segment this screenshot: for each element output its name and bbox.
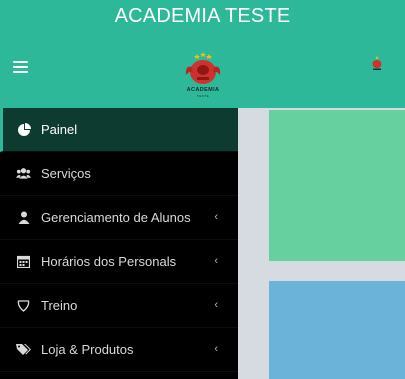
logo-emblem-icon [185,52,221,84]
sidebar-item-label: Loja & Produtos [41,342,134,357]
sidebar-item-gerenciamento-alunos[interactable]: Gerenciamento de Alunos ‹ [0,196,238,240]
sidebar-item-servicos[interactable]: Serviços [0,152,238,196]
app-title: ACADEMIA TESTE [114,5,291,27]
dashboard-tile-green[interactable] [269,110,405,261]
top-bar: ACADEMIA TESTE ACADEMIA TESTE [0,0,405,108]
chevron-left-icon: ‹ [214,343,218,355]
dashboard-pie-icon [16,122,31,137]
sidebar-item-treino[interactable]: Treino ‹ [0,284,238,328]
user-logo-icon[interactable] [369,56,385,72]
logo-subtext: TESTE [196,94,210,98]
sidebar: Painel Serviços Gerenciamento de Alunos … [0,108,238,379]
sidebar-item-label: Gerenciamento de Alunos [41,210,191,225]
tags-icon [16,342,31,357]
logo-text: ACADEMIA [186,87,220,93]
sidebar-item-horarios-personals[interactable]: Horários dos Personals ‹ [0,240,238,284]
dashboard-tile-blue[interactable] [269,281,405,379]
calendar-icon [16,254,31,269]
sidebar-item-painel[interactable]: Painel [0,108,238,152]
chevron-left-icon: ‹ [214,299,218,311]
user-icon [16,210,31,225]
chevron-left-icon: ‹ [214,211,218,223]
sidebar-item-label: Serviços [41,166,91,181]
sidebar-item-label: Horários dos Personals [41,254,177,269]
hamburger-icon[interactable] [13,61,28,74]
chevron-left-icon: ‹ [214,255,218,267]
shield-icon [16,298,31,313]
dashboard-content [238,108,405,379]
academy-logo[interactable]: ACADEMIA TESTE [176,51,230,101]
users-icon [16,166,31,181]
sidebar-item-loja-produtos[interactable]: Loja & Produtos ‹ [0,328,238,372]
sidebar-item-label: Treino [41,298,78,313]
sidebar-item-label: Painel [41,122,78,137]
